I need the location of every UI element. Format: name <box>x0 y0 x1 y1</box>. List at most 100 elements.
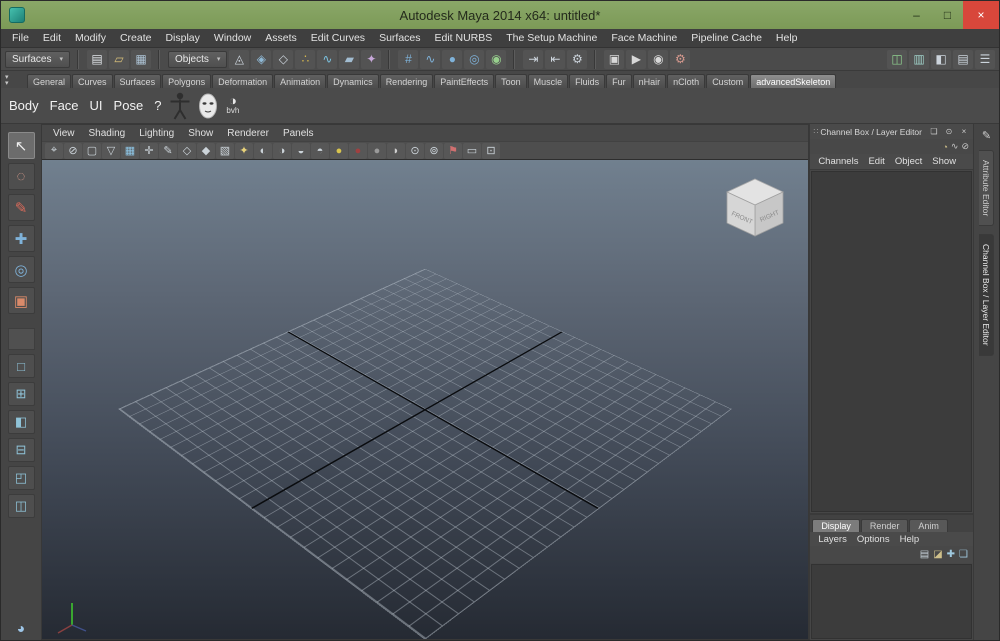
face-mask-icon[interactable] <box>197 93 219 119</box>
snap-to-curve-icon[interactable]: ∿ <box>420 50 440 69</box>
channelbox-menu-channels[interactable]: Channels <box>814 155 862 168</box>
snap-to-point-icon[interactable]: ● <box>442 50 462 69</box>
default-material-ball-icon[interactable]: ● <box>330 143 348 159</box>
multisample-icon[interactable]: ◓ <box>311 143 329 159</box>
camera-attributes-icon[interactable]: ▢ <box>83 143 101 159</box>
select-tool-icon[interactable]: ↖ <box>8 132 35 159</box>
persp-outliner-layout-icon[interactable]: ◧ <box>8 410 35 434</box>
toggle-panel-menus-icon[interactable]: ☰ <box>975 50 995 69</box>
panel-menu-view[interactable]: View <box>46 127 82 140</box>
toolbar-divider[interactable] <box>386 50 393 69</box>
panel-menu-show[interactable]: Show <box>181 127 220 140</box>
shelf-tab-general[interactable]: General <box>27 74 71 88</box>
maya-app-icon[interactable] <box>9 7 25 23</box>
shelf-item-ui[interactable]: UI <box>88 96 105 115</box>
perspective-viewport[interactable]: FRONT RIGHT <box>42 160 808 639</box>
menu-the-setup-machine[interactable]: The Setup Machine <box>499 30 604 46</box>
construction-history-icon[interactable]: ⚙ <box>567 50 587 69</box>
pin-icon[interactable]: ⊙ <box>943 126 955 138</box>
lasso-tool-icon[interactable]: ◌ <box>8 163 35 190</box>
maximize-button[interactable]: □ <box>932 1 963 29</box>
persp-graph-layout-icon[interactable]: ⊟ <box>8 438 35 462</box>
pencil-icon[interactable]: ✎ <box>982 129 991 142</box>
close-button[interactable]: × <box>963 1 999 29</box>
menu-modify[interactable]: Modify <box>68 30 113 46</box>
menu-display[interactable]: Display <box>158 30 206 46</box>
select-camera-icon[interactable]: ⌖ <box>45 143 63 159</box>
view-cube[interactable]: FRONT RIGHT <box>720 170 790 240</box>
layer-tab-display[interactable]: Display <box>812 519 860 532</box>
panel-menu-lighting[interactable]: Lighting <box>132 127 181 140</box>
layer-tab-render[interactable]: Render <box>861 519 909 532</box>
bvh-import-button[interactable]: ◑ bvh <box>226 96 239 116</box>
gamma-ball-icon[interactable]: ● <box>368 143 386 159</box>
shelf-tab-custom[interactable]: Custom <box>706 74 749 88</box>
screen-space-ao-icon[interactable]: ◑ <box>273 143 291 159</box>
selection-mask-selector[interactable]: Objects ▾ <box>168 51 227 68</box>
output-connections-icon[interactable]: ⇤ <box>545 50 565 69</box>
open-render-view-icon[interactable]: ▣ <box>604 50 624 69</box>
resolution-gate-icon[interactable]: ▭ <box>463 143 481 159</box>
layer-list-icon[interactable]: ▤ <box>920 549 929 560</box>
save-scene-icon[interactable]: ▦ <box>131 50 151 69</box>
side-tab-attribute-editor[interactable]: Attribute Editor <box>979 150 994 226</box>
copy-tab-icon[interactable]: ❏ <box>928 126 940 138</box>
toolbox-bottom-icon[interactable]: ◕ <box>8 618 35 638</box>
isolate-select-icon[interactable]: ⊙ <box>406 143 424 159</box>
select-points-icon[interactable]: ∴ <box>295 50 315 69</box>
use-all-lights-icon[interactable]: ✦ <box>235 143 253 159</box>
layer-menu-help[interactable]: Help <box>896 534 924 545</box>
select-surfaces-icon[interactable]: ▰ <box>339 50 359 69</box>
shelf-tab-dynamics[interactable]: Dynamics <box>327 74 379 88</box>
select-curves-icon[interactable]: ∿ <box>317 50 337 69</box>
open-scene-icon[interactable]: ▱ <box>109 50 129 69</box>
rotate-tool-icon[interactable]: ◎ <box>8 256 35 283</box>
menu-edit-nurbs[interactable]: Edit NURBS <box>428 30 500 46</box>
exposure-icon[interactable]: ◗ <box>387 143 405 159</box>
menu-face-machine[interactable]: Face Machine <box>604 30 684 46</box>
shelf-tab-muscle[interactable]: Muscle <box>528 74 569 88</box>
toolbar-divider[interactable] <box>75 50 82 69</box>
channel-graph-icon[interactable]: ∿ <box>951 141 959 152</box>
new-empty-layer-icon[interactable]: ✚ <box>947 549 955 560</box>
minimize-button[interactable]: – <box>901 1 932 29</box>
toolbar-divider[interactable] <box>511 50 518 69</box>
menu-set-selector[interactable]: Surfaces ▾ <box>5 51 70 68</box>
toggle-tool-settings-icon[interactable]: ◧ <box>931 50 951 69</box>
shelf-tab-polygons[interactable]: Polygons <box>162 74 211 88</box>
wireframe-mode-icon[interactable]: ◇ <box>178 143 196 159</box>
display-speed-icon[interactable]: ◔ <box>942 142 947 152</box>
shelf-tab-surfaces[interactable]: Surfaces <box>114 74 162 88</box>
toggle-channel-box-icon[interactable]: ▤ <box>953 50 973 69</box>
paint-select-tool-icon[interactable]: ✎ <box>8 194 35 221</box>
render-current-frame-icon[interactable]: ▶ <box>626 50 646 69</box>
menu-surfaces[interactable]: Surfaces <box>372 30 427 46</box>
toolbar-divider[interactable] <box>156 50 163 69</box>
menu-help[interactable]: Help <box>769 30 805 46</box>
menu-window[interactable]: Window <box>207 30 258 46</box>
ipr-render-icon[interactable]: ◉ <box>648 50 668 69</box>
shelf-tab-nhair[interactable]: nHair <box>633 74 667 88</box>
select-component-icon[interactable]: ◇ <box>273 50 293 69</box>
image-plane-icon[interactable]: ▦ <box>121 143 139 159</box>
layer-list-area[interactable] <box>811 564 972 639</box>
new-scene-icon[interactable]: ▤ <box>87 50 107 69</box>
shelf-tab-curves[interactable]: Curves <box>72 74 113 88</box>
motion-blur-icon[interactable]: ◒ <box>292 143 310 159</box>
panel-menu-shading[interactable]: Shading <box>82 127 133 140</box>
shadows-icon[interactable]: ◐ <box>254 143 272 159</box>
shelf-tab-animation[interactable]: Animation <box>274 74 326 88</box>
shelf-tab-toon[interactable]: Toon <box>495 74 527 88</box>
four-pane-layout-icon[interactable]: ⊞ <box>8 382 35 406</box>
toggle-modeling-toolkit-icon[interactable]: ◫ <box>887 50 907 69</box>
layer-menu-options[interactable]: Options <box>853 534 894 545</box>
toggle-attribute-editor-icon[interactable]: ▥ <box>909 50 929 69</box>
snap-to-plane-icon[interactable]: ◎ <box>464 50 484 69</box>
xray-icon[interactable]: ⊚ <box>425 143 443 159</box>
shelf-tab-fur[interactable]: Fur <box>606 74 632 88</box>
shelf-tab-fluids[interactable]: Fluids <box>569 74 605 88</box>
menu-edit-curves[interactable]: Edit Curves <box>304 30 372 46</box>
menu-file[interactable]: File <box>5 30 36 46</box>
shelf-item-body[interactable]: Body <box>7 96 41 115</box>
scale-tool-icon[interactable]: ▣ <box>8 287 35 314</box>
